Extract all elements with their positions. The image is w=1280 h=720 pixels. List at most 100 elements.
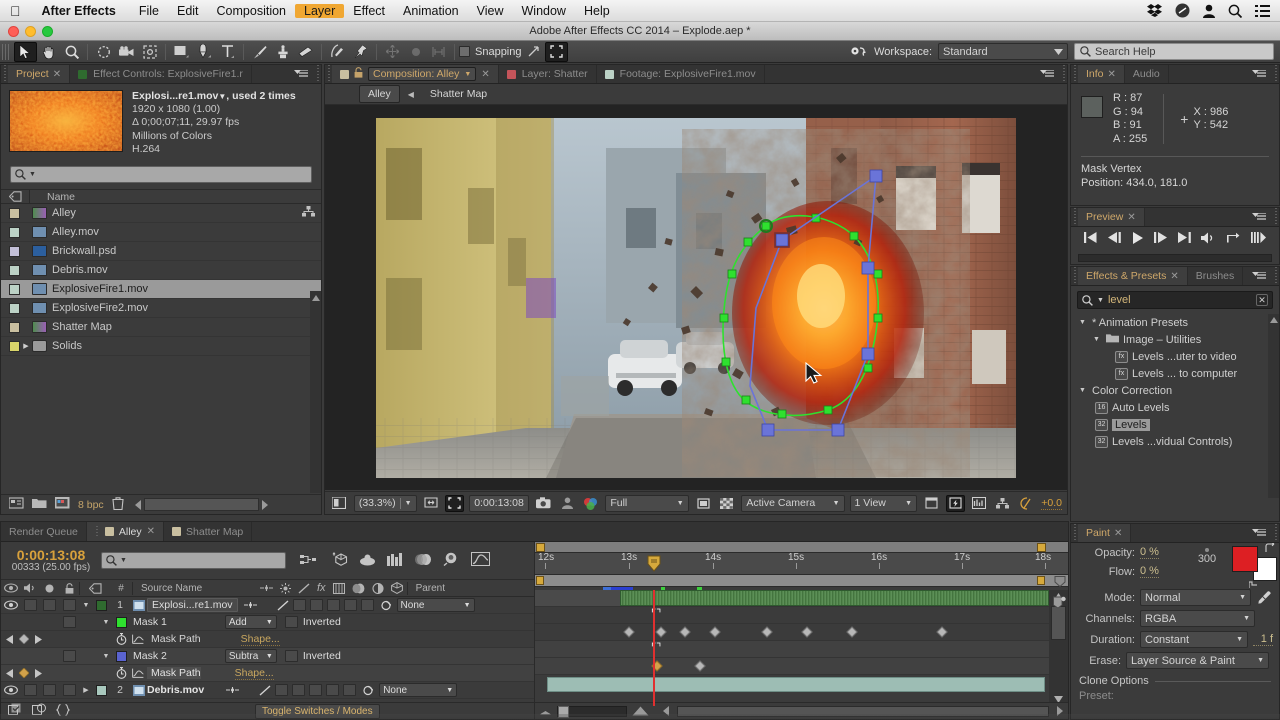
effects-row-animation-presets[interactable]: ▼ * Animation Presets [1071, 314, 1279, 331]
region-of-interest-button[interactable] [445, 494, 465, 512]
audio-toggle[interactable] [24, 599, 37, 611]
enable-motion-blur-icon[interactable] [415, 553, 432, 569]
close-icon[interactable]: ✕ [1108, 69, 1116, 80]
pan-behind-tool[interactable] [138, 42, 161, 62]
expand-mask-triangle-icon[interactable]: ▼ [99, 653, 113, 660]
work-area-in-handle[interactable] [536, 576, 544, 585]
expand-triangle-icon[interactable]: ▼ [1079, 319, 1088, 326]
parent-pick-whip-icon[interactable] [380, 600, 392, 611]
workspace-select[interactable]: Standard [938, 43, 1068, 60]
enable-frame-blending-icon[interactable] [387, 552, 404, 569]
menu-item-after-effects[interactable]: After Effects [33, 4, 130, 18]
breadcrumb-alley[interactable]: Alley [359, 85, 400, 103]
tab-project[interactable]: Project ✕ [8, 65, 71, 83]
exposure-value[interactable]: +0.0 [1041, 497, 1062, 510]
next-frame-button[interactable] [1154, 232, 1168, 246]
timeline-search-input[interactable]: ▼ [101, 552, 286, 569]
effects-row-levels-video-to-computer[interactable]: fx Levels ... to computer [1071, 365, 1279, 382]
graph-property-icon[interactable] [129, 634, 147, 644]
swap-colors-icon[interactable] [1265, 543, 1277, 554]
timeline-icon[interactable] [970, 495, 989, 512]
effects-row-image-utilities[interactable]: ▼ Image – Utilities [1071, 331, 1279, 348]
loop-button[interactable] [1226, 232, 1240, 247]
next-keyframe-icon[interactable] [34, 634, 42, 644]
keyframe[interactable] [623, 626, 635, 638]
solo-toggle[interactable] [43, 684, 56, 696]
color-swatch[interactable] [9, 321, 20, 333]
three-d-switch-icon[interactable] [390, 582, 403, 594]
selection-tool[interactable] [14, 41, 37, 62]
app-circle-icon[interactable] [1175, 3, 1190, 18]
toolbar-grip[interactable] [2, 43, 11, 60]
menu-item-help[interactable]: Help [575, 4, 619, 18]
panel-grip-right[interactable] [1272, 267, 1279, 285]
menu-item-animation[interactable]: Animation [394, 4, 468, 18]
adjustment-layer-switch-icon[interactable] [372, 582, 384, 594]
three-d-switch[interactable] [360, 599, 374, 611]
search-help-input[interactable]: Search Help [1074, 43, 1274, 60]
comp-marker-bin-icon[interactable] [1053, 596, 1067, 609]
user-icon[interactable] [1203, 4, 1215, 18]
keyframe[interactable] [801, 626, 813, 638]
previous-keyframe-icon[interactable] [6, 668, 14, 678]
effects-search-input[interactable]: ▼ level ✕ [1077, 291, 1273, 309]
transparency-grid-icon[interactable] [718, 495, 737, 512]
tab-footage-explosivefire1[interactable]: Footage: ExplosiveFire1.mov [596, 65, 765, 83]
mask-color-swatch[interactable] [115, 650, 127, 662]
take-snapshot-icon[interactable] [534, 495, 553, 512]
erase-select[interactable]: Layer Source & Paint ▼ [1126, 652, 1269, 669]
previous-keyframe-icon[interactable] [6, 634, 14, 644]
motion-blur-switch[interactable] [326, 599, 340, 611]
draft-3d-icon[interactable] [331, 552, 348, 569]
keyframe[interactable] [709, 626, 721, 638]
rotation-tool[interactable] [92, 42, 115, 62]
mask-inverted-checkbox[interactable] [284, 650, 298, 662]
keyframe-diamond-icon[interactable] [19, 634, 29, 644]
close-icon[interactable]: ✕ [481, 69, 489, 80]
track-row-mask2-path[interactable] [535, 658, 1049, 675]
panel-grip[interactable] [94, 525, 100, 538]
keyframe[interactable] [679, 626, 691, 638]
brainstorm-icon[interactable] [443, 552, 460, 569]
hide-shy-layers-icon[interactable] [359, 553, 376, 569]
composition-stage[interactable] [376, 117, 1016, 478]
panel-menu-button[interactable] [288, 65, 314, 83]
keyframe[interactable] [655, 626, 667, 638]
work-area-duration-bar[interactable] [535, 575, 1068, 587]
zoom-select[interactable]: (33.3%) ▼ [353, 494, 417, 512]
lock-icon[interactable] [354, 67, 363, 81]
color-swatch[interactable] [9, 264, 20, 276]
stopwatch-icon[interactable] [113, 667, 129, 679]
color-swatch[interactable] [9, 207, 20, 219]
menu-item-window[interactable]: Window [513, 4, 575, 18]
effects-row-auto-levels[interactable]: 16 Auto Levels [1071, 399, 1279, 416]
last-frame-button[interactable] [1177, 232, 1191, 246]
comp-flowchart-icon[interactable] [994, 495, 1013, 512]
next-keyframe-icon[interactable] [34, 668, 42, 678]
tab-brushes[interactable]: Brushes [1187, 267, 1244, 285]
frame-blend-switch-icon[interactable] [332, 582, 345, 594]
three-d-switch[interactable] [343, 684, 357, 696]
project-hscroll[interactable] [134, 498, 269, 511]
new-folder-icon[interactable] [32, 497, 47, 512]
previous-frame-button[interactable] [1107, 232, 1121, 246]
tab-audio[interactable]: Audio [1124, 65, 1169, 83]
pixel-aspect-correction-icon[interactable] [922, 495, 941, 512]
layer-name-input[interactable]: Explosi...re1.mov [147, 598, 238, 612]
mask-name[interactable]: Mask 2 [129, 650, 167, 662]
menu-item-edit[interactable]: Edit [168, 4, 208, 18]
frame-blend-switch[interactable] [309, 599, 323, 611]
mask-name[interactable]: Mask 1 [129, 616, 167, 628]
panel-menu-button[interactable] [1246, 524, 1272, 542]
mask-path-value[interactable]: Shape... [234, 667, 274, 680]
color-swatch[interactable] [9, 340, 20, 352]
menu-item-file[interactable]: File [130, 4, 168, 18]
mask-mode-select[interactable]: Subtra ▼ [224, 649, 277, 663]
panel-grip-right[interactable] [1272, 524, 1279, 542]
list-icon[interactable] [1255, 4, 1270, 17]
zoom-tool[interactable] [60, 42, 83, 62]
panel-grip-right[interactable] [1272, 65, 1279, 83]
column-index-header[interactable]: # [110, 583, 132, 594]
expand-triangle-icon[interactable]: ▼ [1079, 387, 1088, 394]
search-icon[interactable] [1228, 4, 1242, 18]
